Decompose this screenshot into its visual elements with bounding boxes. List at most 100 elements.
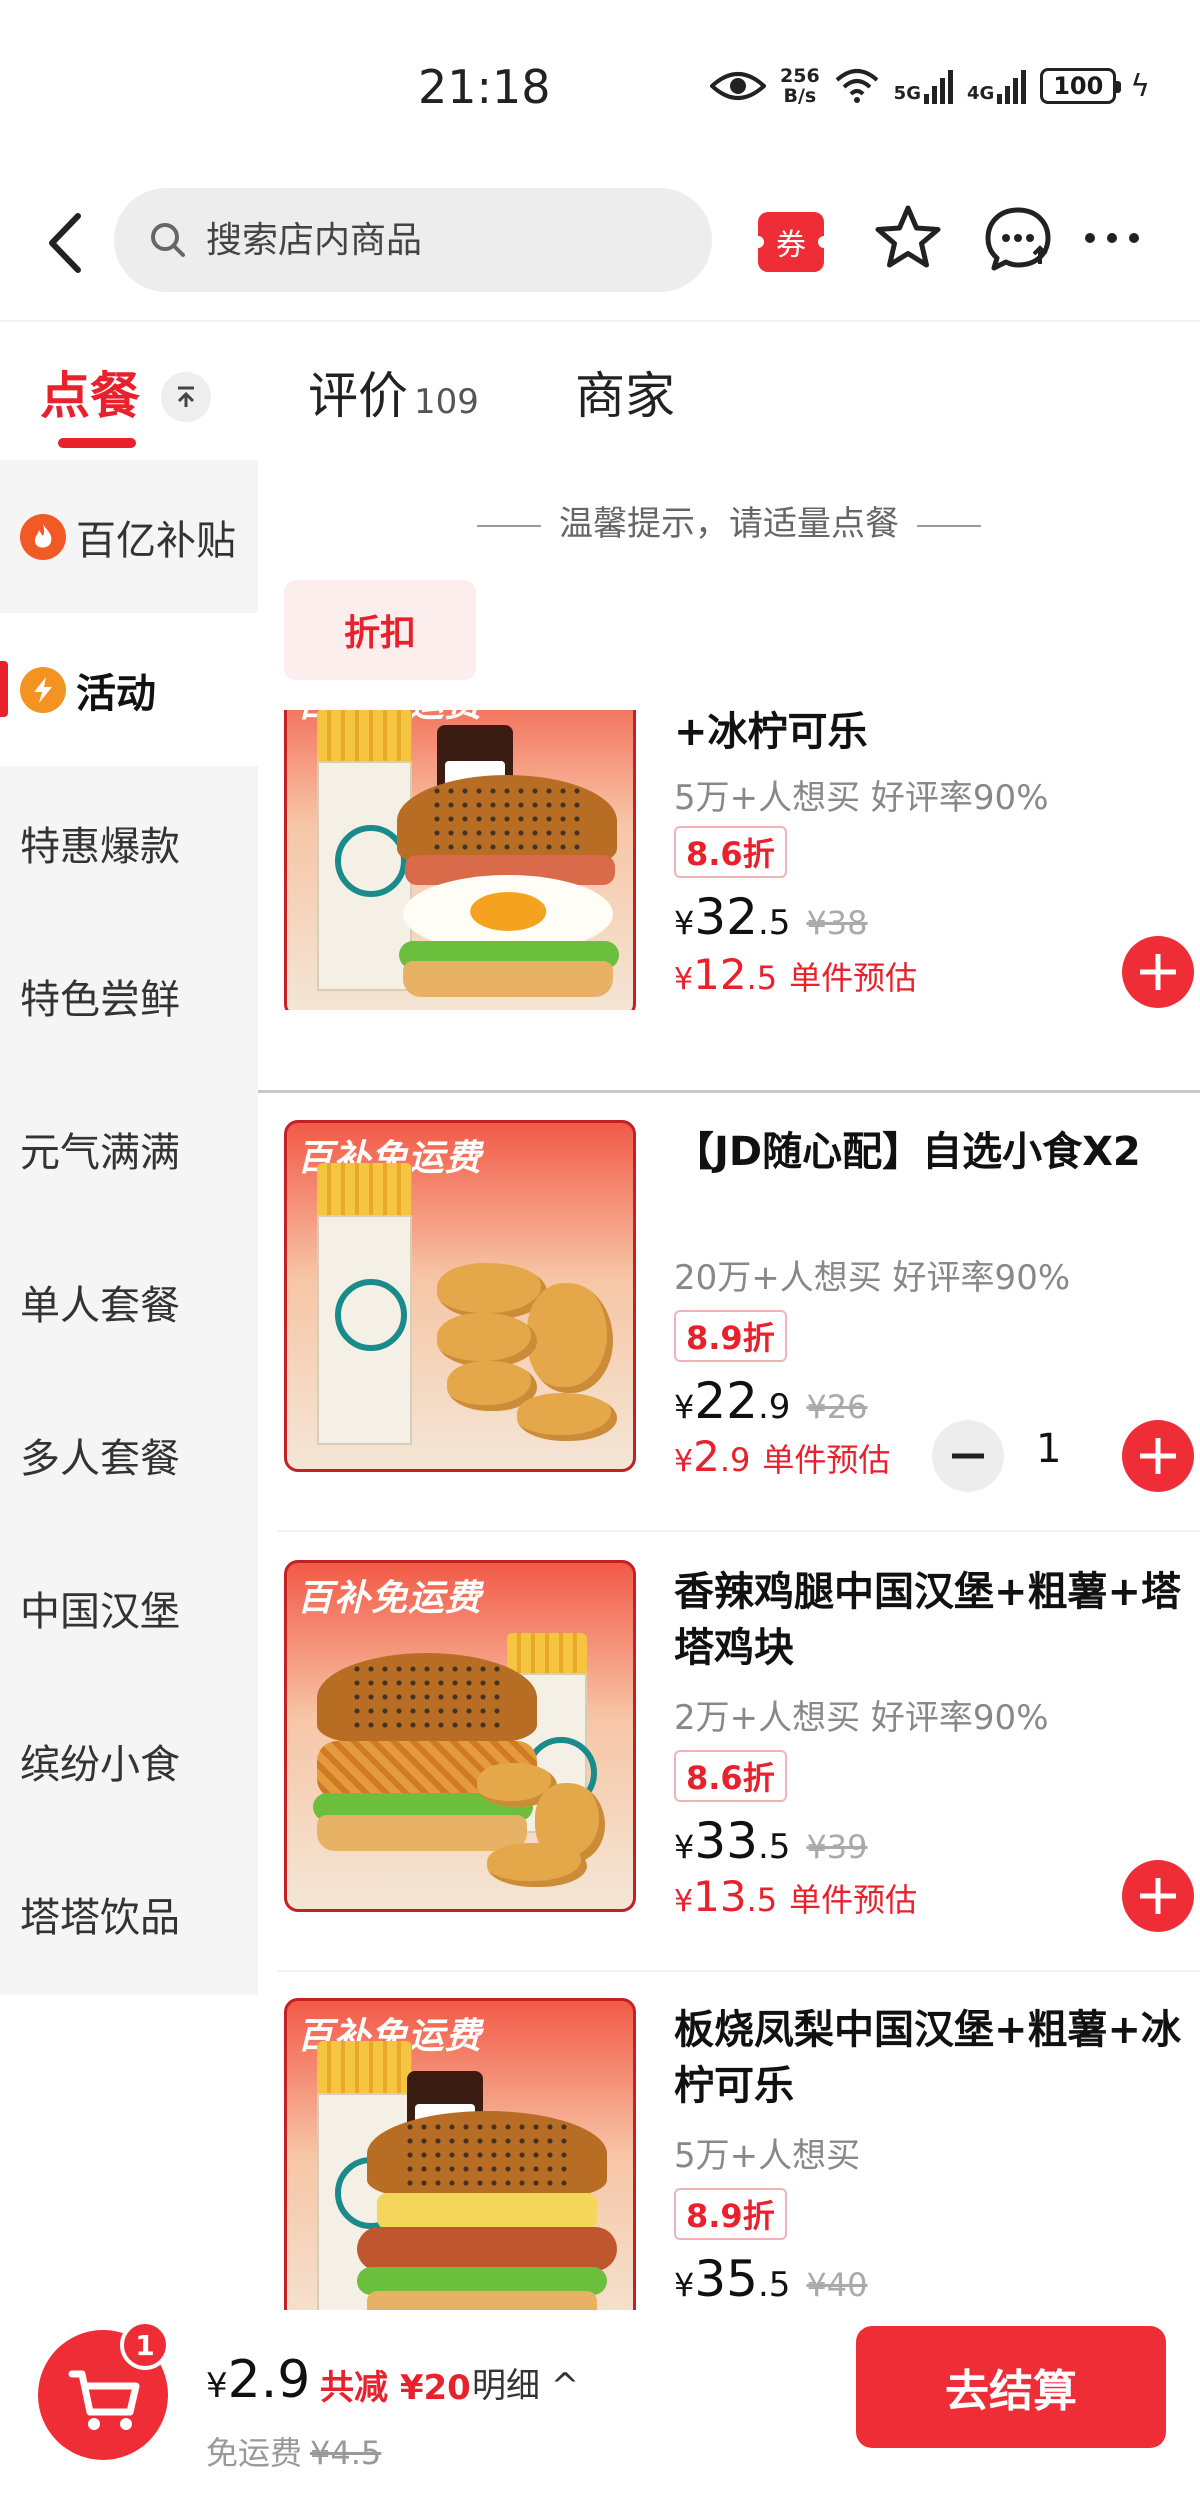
- product-price: ¥33.5 ¥39: [674, 1812, 868, 1870]
- tab-reviews-label: 评价: [308, 367, 408, 425]
- est-dec: .9: [719, 1441, 751, 1479]
- bun-bottom-graphic: [317, 1815, 527, 1851]
- bun-graphic: [317, 1653, 537, 1743]
- price-int: 35: [694, 2250, 758, 2308]
- signal-4g-icon: 4G: [967, 68, 1027, 104]
- tab-active-indicator: [58, 438, 136, 448]
- sidebar-item-activity[interactable]: 活动: [0, 613, 258, 766]
- net-speed-value: 256: [780, 65, 820, 87]
- product-image: 百补免运费: [284, 710, 636, 1010]
- sidebar-item-hot-deals[interactable]: 特惠爆款: [0, 766, 258, 919]
- price-dec: .5: [757, 903, 791, 943]
- sidebar-item-label: 元气满满: [20, 1129, 180, 1176]
- fries-box-graphic: [317, 761, 412, 991]
- net-speed: 256 B/s: [780, 66, 820, 106]
- product-card[interactable]: 百补免运费 +冰柠可乐 5万+人想买 好评率90% 8.6折 ¥32.5¥38 …: [284, 710, 1194, 1010]
- sidebar-item-energy[interactable]: 元气满满: [0, 1072, 258, 1225]
- product-card[interactable]: 百补免运费 【JD随心配】自选小食X2 20万+人想买 好评率90% 8.9折 …: [284, 1120, 1194, 1560]
- est-label: 单件预估: [789, 959, 918, 997]
- lightning-icon: [20, 666, 66, 713]
- bun-bottom-graphic: [403, 961, 613, 997]
- price-dec: .5: [757, 1827, 791, 1867]
- cart-bar: 1 ¥2.9 共减 ¥20 明细 ^ 免运费 ¥4.5 去结算: [0, 2310, 1200, 2507]
- discount-badge: 8.6折: [674, 1750, 787, 1802]
- cart-detail-link[interactable]: 明细 ^: [472, 2358, 579, 2407]
- discount-badge: 8.6折: [674, 826, 787, 878]
- sidebar-item-snacks[interactable]: 缤纷小食: [0, 1684, 258, 1837]
- fries-graphic: [317, 2041, 412, 2101]
- estimated-price: ¥2.9 单件预估: [674, 1432, 891, 1481]
- fries-graphic: [317, 1163, 412, 1223]
- estimated-price: ¥12.5 单件预估: [674, 950, 918, 999]
- price-original: ¥40: [806, 2266, 868, 2304]
- sidebar-item-subsidy[interactable]: 百亿补贴: [0, 460, 258, 613]
- status-bar: 21:18 256 B/s 5G 4G 100 ϟ: [0, 0, 1200, 170]
- arrow-up-icon: [177, 386, 195, 407]
- price-original: ¥26: [806, 1388, 868, 1426]
- sidebar-item-chinese-burger[interactable]: 中国汉堡: [0, 1531, 258, 1684]
- cart-total-value: 2.9: [227, 2350, 311, 2410]
- add-to-cart-button[interactable]: [1122, 936, 1194, 1008]
- product-image: 百补免运费: [284, 1560, 636, 1912]
- sidebar-item-label: 活动: [76, 670, 156, 717]
- order-tip-text: 温馨提示，请适量点餐: [559, 504, 899, 544]
- star-icon[interactable]: [868, 198, 948, 278]
- sidebar-active-indicator: [0, 661, 8, 717]
- product-title: 板烧凤梨中国汉堡+粗薯+冰柠可乐: [674, 2007, 1182, 2109]
- coupon-button[interactable]: 券: [752, 212, 830, 272]
- tab-merchant[interactable]: 商家: [575, 356, 675, 428]
- fries-box-graphic: [317, 1215, 412, 1445]
- sidebar-item-new-taste[interactable]: 特色尝鲜: [0, 919, 258, 1072]
- product-list[interactable]: 温馨提示，请适量点餐 折扣 百补免运费 +冰柠可乐 5万+人想买 好评率90% …: [258, 460, 1200, 2310]
- nugget-graphic: [527, 1283, 613, 1393]
- sticky-divider: [258, 1090, 1200, 1093]
- order-tip: 温馨提示，请适量点餐: [258, 496, 1200, 545]
- cart-count-badge: 1: [120, 2320, 170, 2370]
- search-bar[interactable]: [114, 188, 712, 292]
- tab-order[interactable]: 点餐: [40, 356, 140, 428]
- back-icon[interactable]: [38, 208, 94, 278]
- filter-chip-discount[interactable]: 折扣: [284, 580, 476, 680]
- bun-graphic: [367, 2111, 607, 2197]
- top-nav: 券: [0, 170, 1200, 320]
- sidebar-item-drinks[interactable]: 塔塔饮品: [0, 1837, 258, 1990]
- add-to-cart-button[interactable]: [1122, 1420, 1194, 1492]
- customer-service-icon[interactable]: [978, 198, 1058, 278]
- sidebar-item-multi-combo[interactable]: 多人套餐: [0, 1378, 258, 1531]
- category-sidebar: 百亿补贴 活动 特惠爆款 特色尝鲜 元气满满 单人套餐 多人套餐 中国汉堡 缤纷…: [0, 460, 258, 1995]
- product-sales: 5万+人想买 好评率90%: [674, 778, 1049, 818]
- nugget-graphic: [487, 1843, 587, 1887]
- price-int: 32: [694, 888, 758, 946]
- store-tabs: 点餐 评价 109 商家: [0, 320, 1200, 460]
- sidebar-item-single-combo[interactable]: 单人套餐: [0, 1225, 258, 1378]
- product-card[interactable]: 百补免运费 板烧凤梨中国汉堡+粗薯+冰柠可乐 5万+人想买 8.9折 ¥35.5…: [284, 1998, 1194, 2310]
- add-to-cart-button[interactable]: [1122, 1860, 1194, 1932]
- decrease-quantity-button[interactable]: [932, 1420, 1004, 1492]
- tab-reviews[interactable]: 评价 109: [308, 356, 479, 428]
- est-dec: .5: [746, 959, 778, 997]
- more-icon[interactable]: [1072, 198, 1152, 278]
- price-int: 33: [694, 1812, 758, 1870]
- status-icons: 256 B/s 5G 4G 100 ϟ: [710, 62, 1150, 110]
- price-int: 22: [694, 1372, 758, 1430]
- status-time: 21:18: [418, 60, 551, 114]
- collapse-up-icon[interactable]: [161, 372, 211, 422]
- product-sales: 5万+人想买: [674, 2136, 861, 2176]
- est-dec: .5: [746, 1881, 778, 1919]
- quantity-value: 1: [1036, 1426, 1062, 1472]
- signal-5g-label: 5G: [893, 83, 921, 104]
- search-input[interactable]: [206, 219, 686, 261]
- cart-saving: 共减 ¥20: [320, 2368, 471, 2408]
- product-card[interactable]: 百补免运费 香辣鸡腿中国汉堡+粗薯+塔塔鸡块 2万+人想买 好评率90% 8.6…: [284, 1560, 1194, 2000]
- bun-graphic: [397, 775, 617, 867]
- product-price: ¥32.5 ¥38: [674, 888, 868, 946]
- sidebar-item-label: 缤纷小食: [20, 1741, 180, 1788]
- checkout-button[interactable]: 去结算: [856, 2326, 1166, 2448]
- cart-yen: ¥: [206, 2366, 228, 2406]
- product-sales: 20万+人想买 好评率90%: [674, 1258, 1071, 1298]
- sidebar-item-label: 单人套餐: [20, 1282, 180, 1329]
- signal-5g-icon: 5G: [894, 68, 953, 104]
- cart-total: ¥2.9: [206, 2350, 310, 2410]
- est-int: 13: [693, 1872, 747, 1921]
- sidebar-item-label: 塔塔饮品: [20, 1894, 180, 1941]
